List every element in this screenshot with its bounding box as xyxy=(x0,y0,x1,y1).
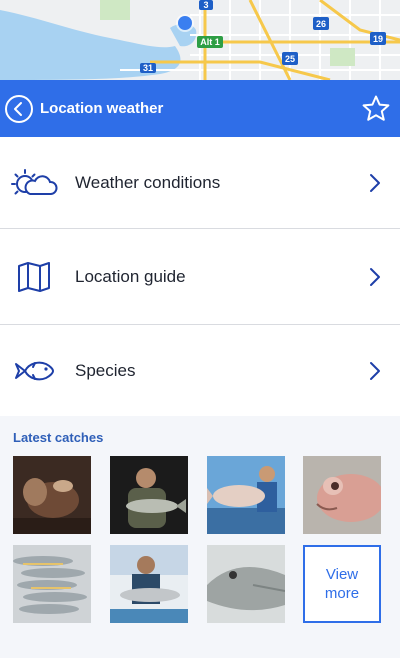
menu-item-label: Location guide xyxy=(75,266,186,286)
catch-photo[interactable] xyxy=(303,456,381,534)
view-more-button[interactable]: View more xyxy=(303,545,381,623)
menu-item-label: Species xyxy=(75,360,136,380)
latest-catches-section: Latest catches View more xyxy=(0,416,400,658)
road-badge-3: 3 xyxy=(203,0,208,10)
catch-photo[interactable] xyxy=(13,456,91,534)
road-badge-19: 19 xyxy=(373,34,383,44)
back-button[interactable] xyxy=(3,93,35,125)
catch-photo[interactable] xyxy=(110,456,188,534)
fish-icon xyxy=(8,358,60,384)
chevron-right-icon xyxy=(365,173,385,193)
view-more-label: View more xyxy=(324,566,360,602)
menu-item-location-guide[interactable]: Location guide xyxy=(0,229,400,325)
chevron-right-icon xyxy=(365,361,385,381)
catch-photo[interactable] xyxy=(13,545,91,623)
page-title: Location weather xyxy=(40,100,164,117)
road-badge-alt1: Alt 1 xyxy=(200,37,220,47)
map-icon xyxy=(8,261,60,293)
location-menu: Weather conditions Location guide Specie… xyxy=(0,137,400,417)
star-outline-icon xyxy=(362,95,390,121)
menu-item-species[interactable]: Species xyxy=(0,325,400,417)
catch-photo[interactable] xyxy=(207,456,285,534)
favorite-button[interactable] xyxy=(359,92,393,126)
menu-item-label: Weather conditions xyxy=(75,172,221,192)
chevron-right-icon xyxy=(365,267,385,287)
header-bar: Location weather xyxy=(0,80,400,137)
chevron-left-circle-icon xyxy=(5,94,33,123)
road-badge-25: 25 xyxy=(285,54,295,64)
map-preview[interactable]: 3 26 19 Alt 1 25 31 xyxy=(0,0,400,80)
catch-photo[interactable] xyxy=(207,545,285,623)
sun-cloud-icon xyxy=(8,167,60,199)
section-title: Latest catches xyxy=(13,430,104,445)
catch-photo[interactable] xyxy=(110,545,188,623)
road-badge-31: 31 xyxy=(143,63,153,73)
menu-item-weather-conditions[interactable]: Weather conditions xyxy=(0,137,400,229)
road-badge-26: 26 xyxy=(316,19,326,29)
